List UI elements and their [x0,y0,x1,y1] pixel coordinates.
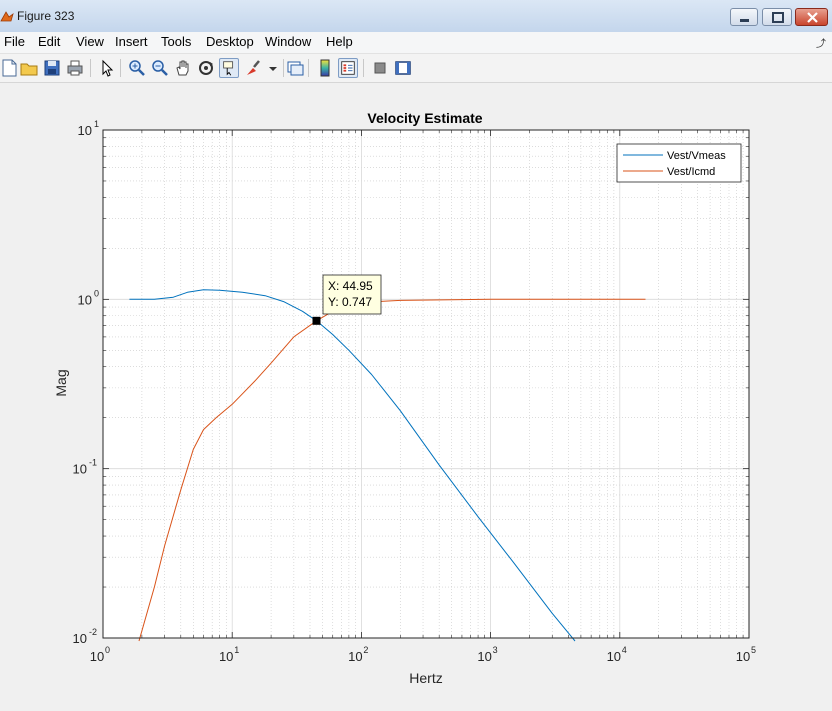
legend-label-vest-icmd: Vest/Icmd [667,166,715,178]
hide-plot-tools-icon[interactable] [370,58,390,78]
menu-desktop[interactable]: Desktop [206,34,254,49]
print-icon[interactable] [65,58,85,78]
axes-background [103,130,749,638]
maximize-button[interactable] [762,8,792,26]
brush-icon[interactable] [243,58,263,78]
insert-colorbar-icon[interactable] [315,58,335,78]
toolbar-separator [308,59,309,77]
toolbar-separator [90,59,91,77]
menu-overflow-arrow-icon[interactable]: ⤴ [816,35,826,50]
minimize-button[interactable] [730,8,758,26]
matlab-app-icon [0,11,14,22]
brush-dropdown-icon[interactable] [263,58,283,78]
toolbar-separator [363,59,364,77]
legend[interactable]: Vest/Vmeas Vest/Icmd [616,143,742,183]
y-axis-label: Mag [53,369,69,396]
y-tick-label: 10 [73,462,87,477]
close-button[interactable] [795,8,828,26]
velocity-plot[interactable]: 10 0 10 1 10 2 10 3 10 4 10 5 10 -210 -110 010 1 Veloci… [0,83,832,706]
open-file-icon[interactable] [19,58,39,78]
chart-title: Velocity Estimate [367,110,482,126]
maximize-icon [772,12,784,23]
window-title-bar: Figure 323 [0,0,832,33]
menu-tools[interactable]: Tools [161,34,191,49]
x-tick-label: 10 [90,649,104,664]
y-tick-label: 10 [78,123,92,138]
figure-toolbar [0,54,832,83]
zoom-in-icon[interactable] [127,58,147,78]
data-cursor-button[interactable] [219,58,239,78]
y-tick-label-exponent: -1 [89,458,97,468]
x-tick-label-exponent: 1 [234,645,239,655]
y-tick-label: 10 [73,631,87,646]
x-tick-label-exponent: 2 [363,645,368,655]
insert-legend-button[interactable] [338,58,358,78]
menu-bar: File Edit View Insert Tools Desktop Wind… [0,32,832,54]
x-tick-label: 10 [607,649,621,664]
x-tick-label-exponent: 4 [622,645,627,655]
close-icon [807,12,818,23]
rotate-3d-icon[interactable] [196,58,216,78]
window-title: Figure 323 [17,9,75,23]
menu-file[interactable]: File [4,34,25,49]
link-plot-icon[interactable] [285,58,305,78]
x-tick-labels: 10 0 10 1 10 2 10 3 10 4 10 5 [90,645,756,664]
minimize-icon [740,19,749,22]
legend-label-vest-vmeas: Vest/Vmeas [667,150,726,162]
edit-plot-icon[interactable] [97,58,117,78]
data-tip-marker[interactable] [312,316,321,325]
figure-canvas: 10 0 10 1 10 2 10 3 10 4 10 5 10 -2 10 -1 10 0 10 1 Veloci… [0,83,832,706]
pan-icon[interactable] [173,58,193,78]
x-tick-label-exponent: 5 [751,645,756,655]
x-tick-label: 10 [219,649,233,664]
menu-window[interactable]: Window [265,34,311,49]
new-figure-icon[interactable] [0,58,20,78]
y-tick-label: 10 [78,292,92,307]
show-plot-tools-icon[interactable] [393,58,413,78]
insert-legend-icon [341,61,355,75]
x-tick-label-exponent: 3 [493,645,498,655]
data-tip-x: X: 44.95 [328,279,373,293]
x-axis-label: Hertz [409,670,442,686]
y-tick-label-exponent: -2 [89,627,97,637]
save-icon[interactable] [42,58,62,78]
menu-edit[interactable]: Edit [38,34,60,49]
x-tick-label: 10 [477,649,491,664]
toolbar-separator [120,59,121,77]
toolbar-separator [283,59,284,77]
y-tick-label-exponent: 0 [94,288,99,298]
menu-view[interactable]: View [76,34,104,49]
data-tip-y: Y: 0.747 [328,295,372,309]
data-cursor-icon [223,61,234,76]
x-tick-label-exponent: 0 [105,645,110,655]
zoom-out-icon[interactable] [150,58,170,78]
menu-help[interactable]: Help [326,34,353,49]
menu-insert[interactable]: Insert [115,34,148,49]
x-tick-label: 10 [736,649,750,664]
x-tick-label: 10 [348,649,362,664]
y-tick-label-exponent: 1 [94,119,99,129]
y-tick-labels: 10 -210 -110 010 1 [73,119,99,646]
